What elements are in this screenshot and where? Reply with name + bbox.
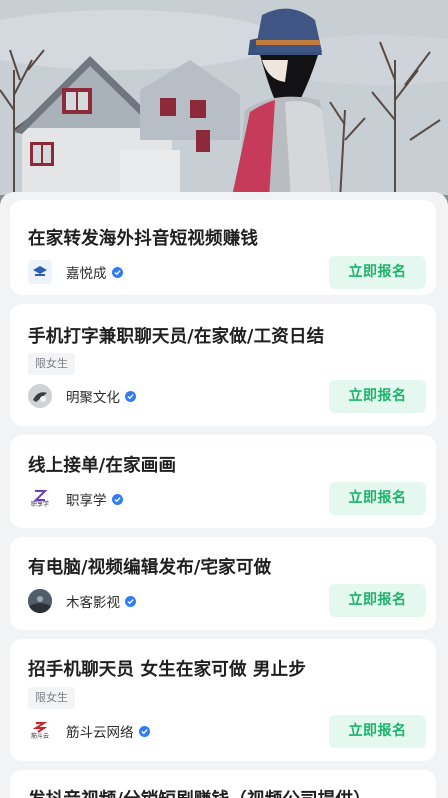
job-card[interactable]: 发抖音视频/分销短剧赚钱（视频公司提供）	[10, 770, 436, 798]
jindouyun-logo-text: 筋斗云	[30, 733, 49, 740]
job-title: 招手机聊天员 女生在家可做 男止步	[28, 660, 307, 680]
apply-button[interactable]: 立即报名	[329, 380, 426, 413]
job-title: 在家转发海外抖音短视频赚钱	[28, 229, 259, 249]
apply-button[interactable]: 立即报名	[329, 584, 426, 617]
verified-icon	[125, 390, 136, 402]
muke-logo-icon	[28, 589, 52, 613]
job-title: 有电脑/视频编辑发布/宅家可做	[28, 558, 272, 578]
company-row: 职享学 职享学	[28, 487, 123, 511]
gender-tag: 限女生	[28, 353, 75, 375]
job-title: 线上接单/在家画画	[28, 456, 177, 476]
jindouyun-logo-icon: 筋斗云	[28, 719, 52, 743]
company-name: 职享学	[66, 493, 107, 509]
company-name: 筋斗云网络	[66, 725, 134, 741]
job-card[interactable]: 招手机聊天员 女生在家可做 男止步 限女生 筋斗云 筋斗云网络 立即报名	[10, 639, 436, 761]
apply-button[interactable]: 立即报名	[329, 256, 426, 289]
verified-icon	[111, 266, 123, 278]
apply-button[interactable]: 立即报名	[329, 715, 426, 748]
zhixiangxue-logo-icon: 职享学	[28, 487, 52, 511]
job-title: 手机打字兼职聊天员/在家做/工资日结	[28, 327, 325, 347]
zhixiangxue-logo-text: 职享学	[30, 501, 49, 508]
company-row: 嘉悦成	[28, 260, 123, 284]
jiayue-logo-icon	[28, 260, 52, 284]
company-name: 木客影视	[66, 595, 120, 611]
job-card[interactable]: 手机打字兼职聊天员/在家做/工资日结 限女生 明聚文化 立即报名	[10, 304, 436, 426]
verified-icon	[125, 595, 136, 607]
gender-tag: 限女生	[28, 687, 75, 709]
company-row: 明聚文化	[28, 384, 136, 408]
verified-icon	[138, 725, 150, 737]
verified-icon	[111, 493, 123, 505]
job-card[interactable]: 有电脑/视频编辑发布/宅家可做 木客影视 立即报名	[10, 537, 436, 630]
company-row: 筋斗云 筋斗云网络	[28, 719, 150, 743]
company-name: 明聚文化	[66, 390, 120, 406]
job-card[interactable]: 在家转发海外抖音短视频赚钱 嘉悦成 立即报名	[10, 200, 436, 295]
company-row: 木客影视	[28, 589, 136, 613]
job-list: 在家转发海外抖音短视频赚钱 嘉悦成 立即报名 手机打字兼职聊天员/在家做/工资日…	[0, 192, 448, 798]
job-card[interactable]: 线上接单/在家画画 职享学 职享学 立即报名	[10, 435, 436, 528]
company-name: 嘉悦成	[66, 266, 107, 282]
job-title: 发抖音视频/分销短剧赚钱（视频公司提供）	[28, 786, 371, 798]
mingju-logo-icon	[28, 384, 52, 408]
hero-banner	[0, 0, 448, 215]
hero-illustration	[0, 0, 448, 215]
apply-button[interactable]: 立即报名	[329, 482, 426, 515]
